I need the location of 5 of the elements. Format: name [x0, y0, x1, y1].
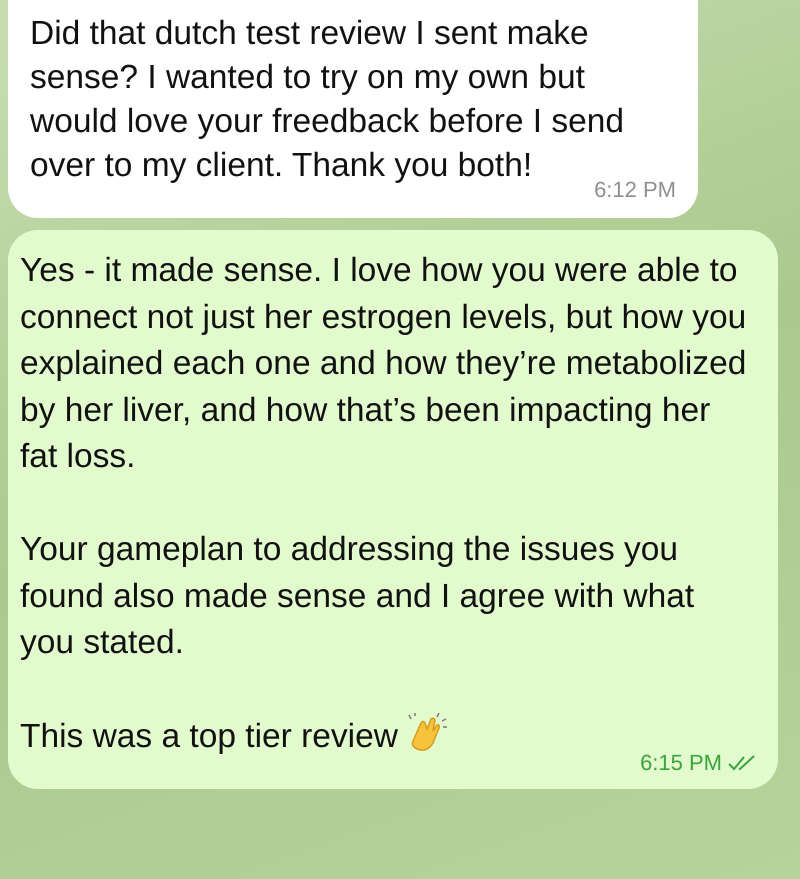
message-text: Yes - it made sense. I love how you were able to connect not just her estrogen levels, but how you explained each one and how they’re metabolized by her liver, and how that’s been impacting her fat loss.	[20, 251, 748, 477]
message-time: 6:12 PM	[594, 177, 676, 203]
message-text: Your gameplan to addressing the issues you found also made sense and I agree with what you stated.	[20, 530, 696, 663]
message-text: This was a top tier review	[20, 718, 398, 755]
message-time: 6:15 PM	[640, 750, 722, 776]
